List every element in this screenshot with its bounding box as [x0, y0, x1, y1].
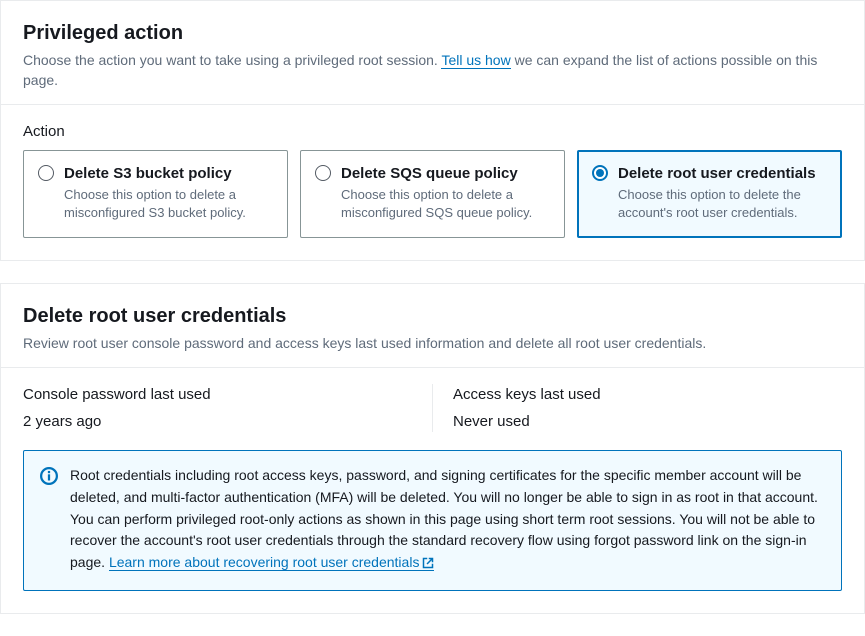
option-content: Delete SQS queue policy Choose this opti… [341, 163, 550, 222]
delete-root-title: Delete root user credentials [23, 302, 842, 330]
external-link-icon [422, 554, 434, 576]
radio-icon [592, 165, 608, 181]
delete-root-header: Delete root user credentials Review root… [1, 284, 864, 368]
console-password-value: 2 years ago [23, 411, 412, 432]
option-desc: Choose this option to delete the account… [618, 186, 827, 222]
desc-pre: Choose the action you want to take using… [23, 52, 441, 68]
option-delete-sqs-queue-policy[interactable]: Delete SQS queue policy Choose this opti… [300, 150, 565, 237]
option-content: Delete S3 bucket policy Choose this opti… [64, 163, 273, 222]
info-icon [40, 467, 58, 485]
option-content: Delete root user credentials Choose this… [618, 163, 827, 222]
option-desc: Choose this option to delete a misconfig… [341, 186, 550, 222]
access-keys-value: Never used [453, 411, 842, 432]
option-title: Delete root user credentials [618, 163, 827, 184]
privileged-action-title: Privileged action [23, 19, 842, 47]
learn-more-recovering-root-link[interactable]: Learn more about recovering root user cr… [109, 554, 435, 571]
action-options-row: Delete S3 bucket policy Choose this opti… [23, 150, 842, 237]
radio-icon [315, 165, 331, 181]
action-label: Action [23, 121, 842, 142]
alert-container: Root credentials including root access k… [1, 450, 864, 612]
option-delete-s3-bucket-policy[interactable]: Delete S3 bucket policy Choose this opti… [23, 150, 288, 237]
access-keys-label: Access keys last used [453, 384, 842, 405]
delete-root-description: Review root user console password and ac… [23, 334, 842, 354]
option-title: Delete SQS queue policy [341, 163, 550, 184]
tell-us-how-link[interactable]: Tell us how [441, 52, 510, 69]
info-alert: Root credentials including root access k… [23, 450, 842, 590]
credentials-info-row: Console password last used 2 years ago A… [1, 367, 864, 450]
option-delete-root-user-credentials[interactable]: Delete root user credentials Choose this… [577, 150, 842, 237]
access-keys-col: Access keys last used Never used [433, 384, 842, 432]
privileged-action-description: Choose the action you want to take using… [23, 51, 842, 90]
option-title: Delete S3 bucket policy [64, 163, 273, 184]
option-desc: Choose this option to delete a misconfig… [64, 186, 273, 222]
console-password-col: Console password last used 2 years ago [23, 384, 433, 432]
privileged-action-panel: Privileged action Choose the action you … [0, 0, 865, 261]
alert-text: Root credentials including root access k… [70, 465, 825, 575]
alert-link-text: Learn more about recovering root user cr… [109, 554, 420, 570]
privileged-action-body: Action Delete S3 bucket policy Choose th… [1, 104, 864, 259]
delete-root-credentials-panel: Delete root user credentials Review root… [0, 283, 865, 614]
radio-icon [38, 165, 54, 181]
privileged-action-header: Privileged action Choose the action you … [1, 1, 864, 104]
console-password-label: Console password last used [23, 384, 412, 405]
